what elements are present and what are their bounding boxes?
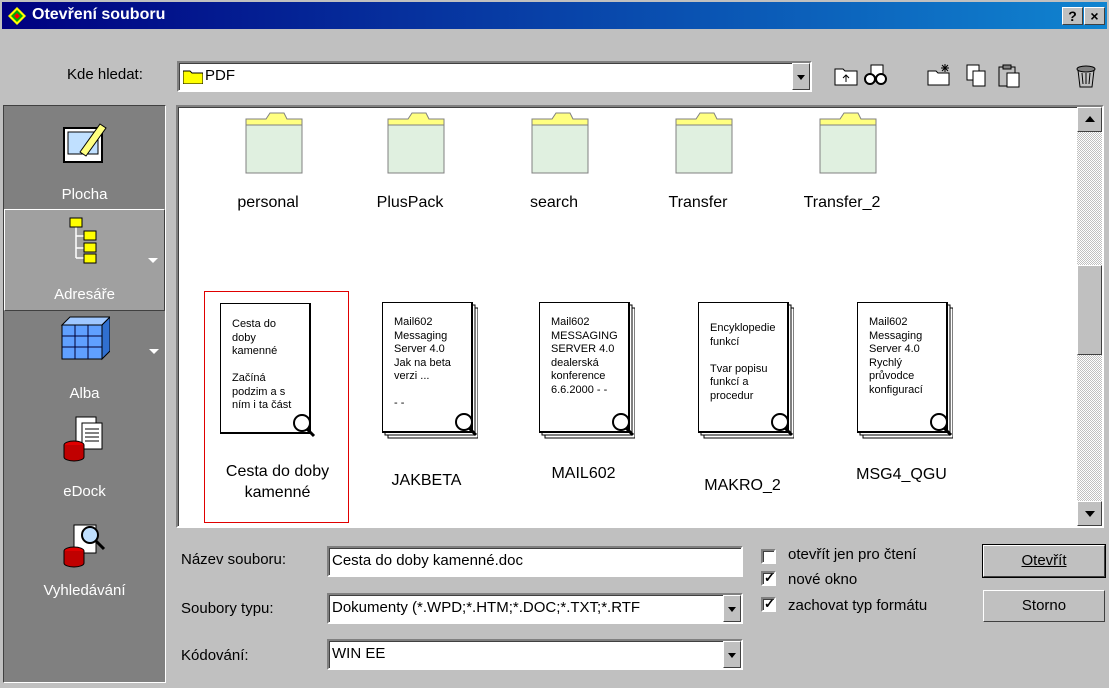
- desktop-icon: [62, 123, 107, 163]
- chevron-down-icon[interactable]: [149, 349, 159, 354]
- folder-icon: [819, 112, 877, 174]
- sidebar-item-search[interactable]: Vyhledávání: [4, 511, 165, 611]
- folder-icon: [183, 70, 203, 84]
- filename-label: Název souboru:: [181, 551, 287, 568]
- edock-icon: [63, 416, 102, 462]
- keep-format-checkbox[interactable]: ✓: [761, 597, 776, 612]
- document-name: MSG4_QGU: [856, 466, 947, 483]
- sidebar-item-albums[interactable]: Alba: [4, 311, 165, 411]
- sidebar-item-label: Adresáře: [54, 286, 115, 303]
- new-window-label: nové okno: [788, 571, 858, 588]
- filename-input[interactable]: Cesta do doby kamenné.doc: [327, 546, 743, 577]
- document-preview: Mail602 Messaging Server 4.0 Jak na beta ver…: [394, 316, 451, 409]
- document-name: Cesta do doby: [225, 463, 330, 480]
- scroll-up-button[interactable]: [1077, 107, 1102, 132]
- preview-icon[interactable]: [863, 63, 889, 89]
- app-icon: [8, 7, 26, 25]
- copy-icon[interactable]: [963, 63, 989, 89]
- folder-icon: [387, 112, 445, 174]
- sidebar-item-label: Vyhledávání: [43, 582, 126, 599]
- open-file-dialog: Otevření souboru ? × Kde hledat: PDF Plo…: [0, 0, 1109, 688]
- encoding-label: Kódování:: [181, 647, 249, 664]
- keep-format-label: zachovat typ formátu: [788, 597, 928, 614]
- folder-icon: [531, 112, 589, 174]
- encoding-dropdown[interactable]: WIN EE: [327, 639, 743, 670]
- folder-tree-icon: [69, 217, 96, 264]
- file-list-view[interactable]: personal PlusPack search Transfer Transf…: [176, 105, 1104, 528]
- folder-name: Transfer_2: [803, 194, 881, 211]
- help-button[interactable]: ?: [1062, 7, 1083, 25]
- folder-name: search: [529, 194, 579, 211]
- sidebar-item-label: Alba: [69, 385, 100, 402]
- readonly-label: otevřít jen pro čtení: [788, 546, 917, 563]
- checkmark-icon: ✓: [764, 596, 775, 611]
- title-bar: Otevření souboru ? ×: [2, 2, 1107, 29]
- document-preview: Mail602 MESSAGING SERVER 4.0 dealerská konfe…: [551, 316, 618, 396]
- document-item[interactable]: Mail602 Messaging Server 4.0 Jak na beta ver…: [367, 302, 512, 512]
- filetype-label: Soubory typu:: [181, 600, 274, 617]
- paste-icon[interactable]: [996, 63, 1022, 89]
- document-item-selected[interactable]: Cesta do doby kamenné Začíná podzim a s ním i…: [204, 291, 349, 523]
- sidebar-item-folders[interactable]: Adresáře: [4, 209, 165, 311]
- delete-icon[interactable]: [1073, 63, 1099, 89]
- folder-name: personal: [237, 194, 299, 211]
- document-item[interactable]: Mail602 MESSAGING SERVER 4.0 dealerská konfe…: [524, 302, 669, 512]
- checkmark-icon: ✓: [764, 570, 775, 585]
- sidebar-item-desktop[interactable]: Plocha: [4, 106, 165, 209]
- document-preview: Mail602 Messaging Server 4.0 Rychlý průvodce…: [869, 316, 923, 396]
- sidebar-item-label: Plocha: [61, 186, 108, 203]
- document-name-line2: kamenné: [244, 484, 311, 501]
- filetype-dropdown[interactable]: Dokumenty (*.WPD;*.HTM;*.DOC;*.TXT;*.RTF: [327, 593, 743, 624]
- filename-value: Cesta do doby kamenné.doc: [332, 552, 523, 569]
- sidebar-item-label: eDock: [63, 483, 106, 500]
- document-name: MAIL602: [551, 465, 616, 482]
- search-icon: [63, 524, 105, 568]
- vertical-scrollbar[interactable]: [1077, 107, 1102, 526]
- folder-name: PlusPack: [376, 194, 444, 211]
- filetype-value: Dokumenty (*.WPD;*.HTM;*.DOC;*.TXT;*.RTF: [332, 599, 641, 616]
- up-folder-icon[interactable]: [833, 63, 859, 89]
- encoding-value: WIN EE: [332, 645, 386, 662]
- close-button[interactable]: ×: [1084, 7, 1105, 25]
- folder-icon: [245, 112, 303, 174]
- folder-icon: [675, 112, 733, 174]
- document-preview: Encyklopedie funkcí Tvar popisu funkcí a pro…: [710, 322, 776, 402]
- document-name: MAKRO_2: [704, 477, 781, 494]
- window-title: Otevření souboru: [32, 6, 166, 23]
- sidebar-item-edock[interactable]: eDock: [4, 411, 165, 511]
- document-preview: Cesta do doby kamenné Začíná podzim a s ním i…: [232, 318, 292, 411]
- look-in-dropdown[interactable]: PDF: [177, 61, 812, 92]
- readonly-checkbox[interactable]: [761, 549, 776, 564]
- encoding-dropdown-arrow[interactable]: [723, 641, 741, 668]
- new-folder-icon[interactable]: [926, 63, 952, 89]
- open-button[interactable]: Otevřít: [982, 544, 1106, 578]
- document-name: JAKBETA: [391, 472, 462, 489]
- filetype-dropdown-arrow[interactable]: [723, 595, 741, 622]
- cancel-button[interactable]: Storno: [983, 590, 1105, 622]
- look-in-label: Kde hledat:: [67, 66, 143, 83]
- chevron-down-icon[interactable]: [148, 258, 158, 263]
- new-window-checkbox[interactable]: ✓: [761, 571, 776, 586]
- albums-icon: [60, 316, 110, 361]
- look-in-dropdown-arrow[interactable]: [792, 63, 810, 90]
- scroll-down-button[interactable]: [1077, 501, 1102, 526]
- folder-name: Transfer: [668, 194, 728, 211]
- document-item[interactable]: Mail602 Messaging Server 4.0 Rychlý průvodce…: [842, 302, 987, 512]
- look-in-value: PDF: [205, 67, 235, 84]
- document-item[interactable]: Encyklopedie funkcí Tvar popisu funkcí a pro…: [683, 302, 828, 512]
- scroll-thumb[interactable]: [1077, 265, 1102, 355]
- places-sidebar: Plocha Adresáře Alba eDock Vyhledávání: [3, 105, 166, 683]
